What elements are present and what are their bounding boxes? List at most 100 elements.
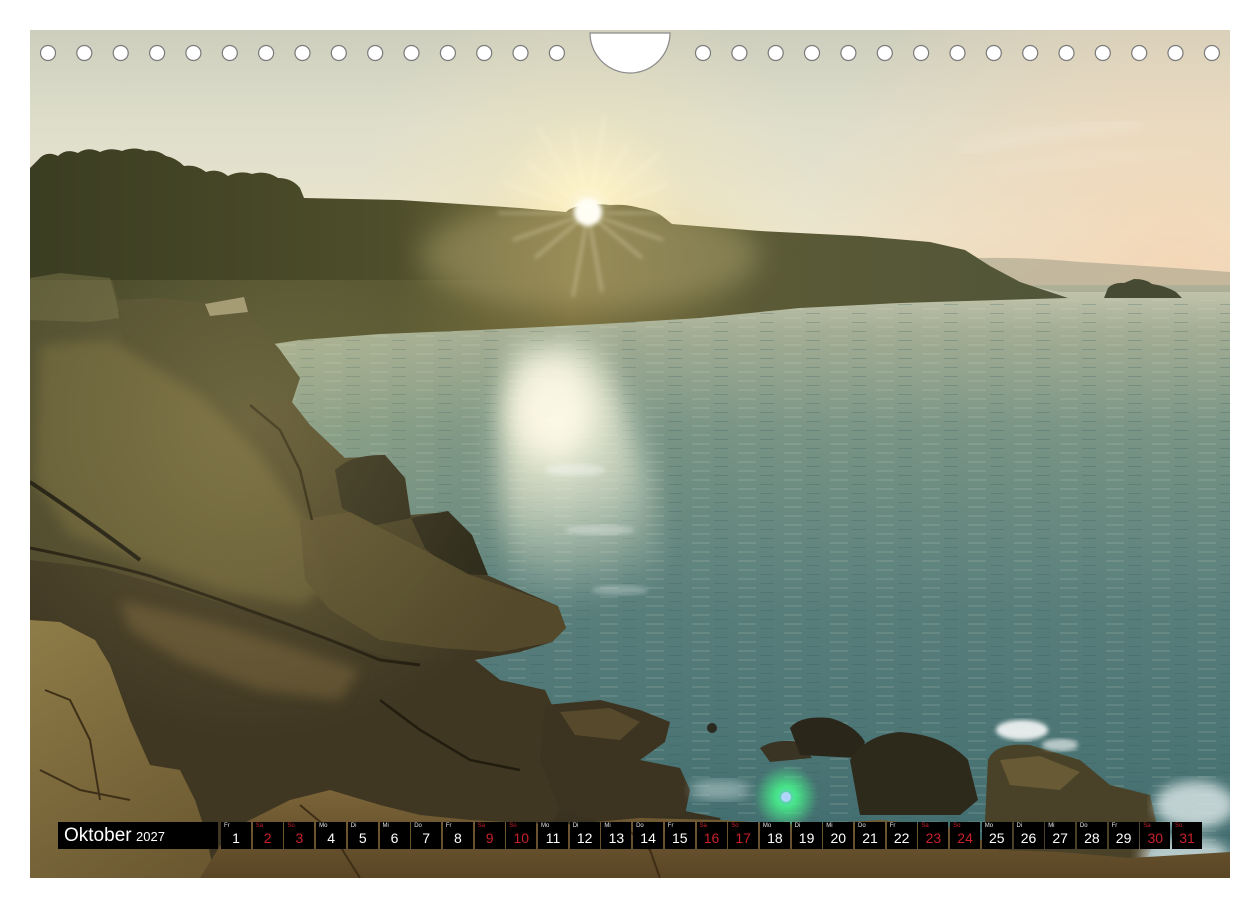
weekday-label: So xyxy=(509,823,517,829)
wave-foam xyxy=(1042,739,1078,751)
weekday-label: Mo xyxy=(762,823,772,829)
weekday-label: Mo xyxy=(541,823,550,829)
day-number: 17 xyxy=(735,830,751,846)
weekday-label: Do xyxy=(1079,823,1088,829)
day-cell: Mi 20 xyxy=(823,822,854,849)
day-number: 3 xyxy=(295,830,304,846)
weekday-label: So xyxy=(1175,823,1183,829)
day-number: 19 xyxy=(798,830,815,846)
day-number: 9 xyxy=(485,830,494,846)
day-number: 20 xyxy=(830,830,847,846)
weekday-label: Fr xyxy=(667,823,674,829)
day-number: 25 xyxy=(989,830,1005,846)
binding-hole xyxy=(439,44,456,62)
weekday-label: Fr xyxy=(1111,823,1118,829)
day-cell: Do 14 xyxy=(633,822,664,849)
day-number: 18 xyxy=(767,830,783,846)
day-cell: Mi 6 xyxy=(379,822,410,849)
day-cell: Sa 23 xyxy=(918,822,949,849)
day-number: 22 xyxy=(893,830,910,846)
day-cell: Mo 4 xyxy=(316,822,347,849)
day-number: 28 xyxy=(1084,830,1100,846)
binding-hole xyxy=(221,44,238,62)
day-cell: Fr 8 xyxy=(442,822,473,849)
day-number: 7 xyxy=(422,830,431,846)
binding-hole xyxy=(1167,44,1184,62)
binding-hole xyxy=(76,44,93,62)
binding-hole xyxy=(258,44,275,62)
day-cell: Fr 15 xyxy=(664,822,695,849)
day-number: 31 xyxy=(1179,830,1195,846)
binding-hole xyxy=(367,44,384,62)
day-cell: Do 21 xyxy=(855,822,885,849)
day-cell: Sa 30 xyxy=(1140,822,1171,849)
binding-hole xyxy=(803,44,821,62)
weekday-label: Mi xyxy=(826,823,833,829)
day-number: 21 xyxy=(862,830,878,846)
weekday-label: Sa xyxy=(699,823,707,829)
day-cell: Di 26 xyxy=(1013,822,1044,849)
binding-hole xyxy=(912,44,930,62)
day-number: 15 xyxy=(672,830,688,846)
day-cell: Mo 18 xyxy=(759,822,790,849)
binding-hole xyxy=(949,44,966,62)
cover-photo xyxy=(30,30,1230,878)
binding-hole xyxy=(1131,44,1148,62)
weekday-label: Mi xyxy=(382,823,389,829)
binding-hole xyxy=(694,44,712,62)
binding-hole xyxy=(512,44,529,62)
year-label: 2027 xyxy=(136,829,165,844)
day-cell: Sa 2 xyxy=(252,822,283,849)
day-number: 2 xyxy=(263,830,272,846)
wave-foam xyxy=(996,720,1048,740)
day-cell: Fr 29 xyxy=(1108,822,1139,849)
month-name: Oktober xyxy=(64,825,132,846)
binding-hole xyxy=(185,44,202,62)
binding-hole xyxy=(731,44,748,62)
binding-hole xyxy=(294,44,311,62)
binding-hole xyxy=(149,44,166,62)
binding-hole xyxy=(403,44,420,62)
weekday-label: Do xyxy=(636,823,644,829)
day-cell: Fr 1 xyxy=(221,822,251,849)
day-strip: Fr 1 Sa 2 So 3 Mo 4 Di 5 Mi 6 Do 7 Fr 8 Sa 9 So 10 Mo 11 Di 12 M… xyxy=(221,822,1203,849)
day-cell: So 3 xyxy=(284,822,315,849)
day-number: 4 xyxy=(327,830,335,846)
photo-scene xyxy=(30,30,1230,878)
day-cell: Di 12 xyxy=(569,822,600,849)
day-number: 24 xyxy=(957,830,973,846)
binding-hole xyxy=(1022,44,1039,62)
weekday-label: Di xyxy=(572,823,579,829)
binding-hole xyxy=(476,44,493,62)
day-number: 11 xyxy=(545,830,561,846)
weekday-label: Sa xyxy=(477,823,485,829)
weekday-label: Mo xyxy=(984,823,994,829)
day-cell: Di 19 xyxy=(791,822,822,849)
day-number: 16 xyxy=(703,830,720,846)
binding-hole xyxy=(1058,44,1075,62)
weekday-label: Mi xyxy=(1048,823,1055,829)
day-number: 12 xyxy=(576,830,593,846)
day-number: 27 xyxy=(1052,830,1068,846)
weekday-label: So xyxy=(287,823,295,829)
day-cell: Fr 22 xyxy=(886,822,917,849)
binding-hole xyxy=(985,44,1002,62)
day-cell: Mo 25 xyxy=(981,822,1012,849)
day-number: 1 xyxy=(232,830,240,846)
weekday-label: So xyxy=(953,823,961,829)
day-cell: Mo 11 xyxy=(538,822,568,849)
weekday-label: Di xyxy=(794,823,801,829)
day-number: 6 xyxy=(390,830,399,846)
sea-rock xyxy=(707,723,717,733)
day-number: 8 xyxy=(453,830,462,846)
weekday-label: Do xyxy=(858,823,866,829)
weekday-label: Sa xyxy=(921,823,929,829)
day-cell: Mi 13 xyxy=(601,822,632,849)
day-number: 13 xyxy=(608,830,625,846)
day-cell: So 31 xyxy=(1172,822,1202,849)
weekday-label: Fr xyxy=(224,823,230,829)
binding-hole xyxy=(876,44,893,62)
weekday-label: Do xyxy=(414,823,422,829)
day-cell: Do 7 xyxy=(411,822,442,849)
weekday-label: Sa xyxy=(1143,823,1151,829)
